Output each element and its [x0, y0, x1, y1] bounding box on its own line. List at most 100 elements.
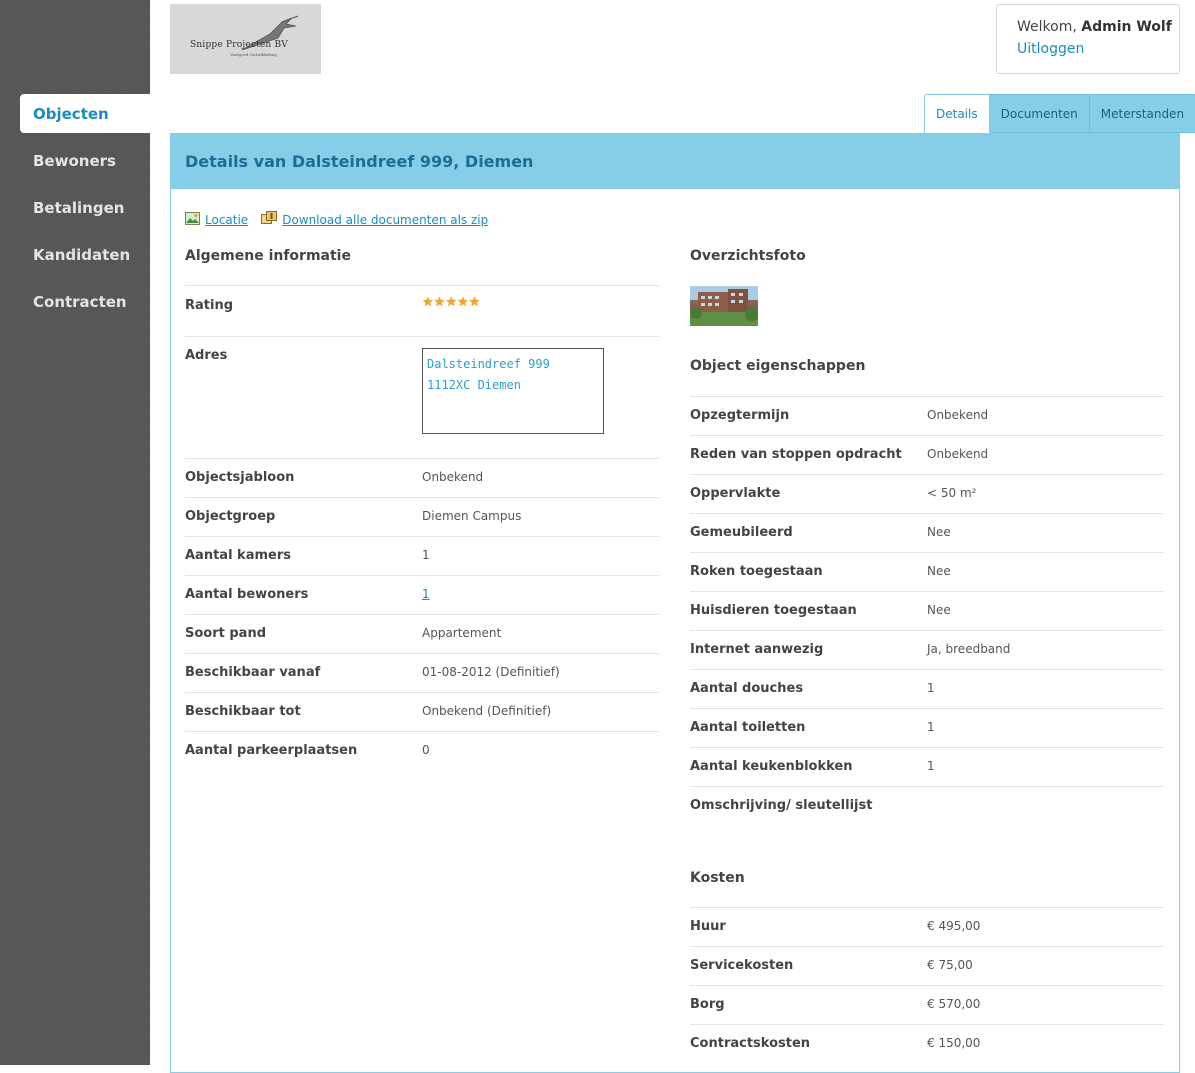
row-value: 1 [927, 759, 935, 773]
logout-link[interactable]: Uitloggen [1017, 41, 1084, 57]
sidebar-item-kandidaten[interactable]: Kandidaten [20, 235, 150, 274]
tab-meterstanden[interactable]: Meterstanden [1089, 94, 1195, 133]
table-row: Aantal parkeerplaatsen 0 [185, 731, 659, 770]
location-label[interactable]: Locatie [205, 213, 248, 227]
table-row: Adres Dalsteindreef 999 1112XC Diemen [185, 336, 659, 458]
row-value: Onbekend [927, 447, 989, 461]
logo-text: Snippe Projecten BV [190, 40, 288, 50]
row-label: Objectgroep [185, 509, 276, 524]
action-links: Locatie Download alle documenten als zip [185, 211, 501, 228]
table-row: Objectsjabloon Onbekend [185, 458, 659, 497]
map-icon [185, 211, 200, 228]
row-label: Aantal parkeerplaatsen [185, 743, 358, 758]
row-label: Rating [185, 298, 234, 313]
general-info-table: Rating ★ ★ ★ ★ ★ Adres Dalsteindreef 999 111… [185, 285, 659, 770]
row-value: Nee [927, 564, 951, 578]
star-icon: ★ [445, 295, 457, 310]
tab-details[interactable]: Details [924, 94, 990, 133]
row-label: Gemeubileerd [690, 525, 793, 540]
row-label: Omschrijving/ sleutellijst [690, 798, 873, 813]
row-value-link[interactable]: 1 [422, 587, 430, 601]
location-link[interactable]: Locatie [185, 211, 248, 228]
table-row: Servicekosten € 75,00 [690, 946, 1164, 985]
sidebar-item-contracten[interactable]: Contracten [20, 282, 150, 321]
row-label: Huur [690, 919, 726, 934]
star-icon: ★ [422, 295, 434, 310]
row-label: Adres [185, 348, 228, 363]
star-icon: ★ [468, 295, 481, 310]
table-row: Beschikbaar tot Onbekend (Definitief) [185, 692, 659, 731]
sidebar-item-betalingen[interactable]: Betalingen [20, 188, 150, 227]
row-label: Internet aanwezig [690, 642, 824, 657]
sidebar-item-objecten[interactable]: Objecten [20, 94, 150, 133]
row-label: Aantal douches [690, 681, 804, 696]
tab-documenten[interactable]: Documenten [989, 94, 1090, 133]
table-row: Aantal keukenblokken 1 [690, 747, 1164, 786]
row-value: 1 [927, 720, 935, 734]
row-label: Aantal keukenblokken [690, 759, 853, 774]
table-row: Contractskosten € 150,00 [690, 1024, 1164, 1063]
table-row: Aantal toiletten 1 [690, 708, 1164, 747]
table-row: Opzegtermijn Onbekend [690, 396, 1164, 435]
download-zip-link[interactable]: Download alle documenten als zip [261, 211, 488, 228]
table-row: Omschrijving/ sleutellijst [690, 786, 1164, 825]
table-row: Reden van stoppen opdracht Onbekend [690, 435, 1164, 474]
table-row: Aantal kamers 1 [185, 536, 659, 575]
row-label: Oppervlakte [690, 486, 781, 501]
sidebar-item-bewoners[interactable]: Bewoners [20, 141, 150, 180]
row-label: Servicekosten [690, 958, 794, 973]
row-value[interactable]: 1 [422, 587, 430, 614]
table-row: Huur € 495,00 [690, 907, 1164, 946]
row-label: Roken toegestaan [690, 564, 823, 579]
table-row: Beschikbaar vanaf 01-08-2012 (Definitief) [185, 653, 659, 692]
row-value: Onbekend [422, 470, 484, 484]
row-value: 0 [422, 743, 430, 757]
row-value: Ja, breedband [927, 642, 1011, 656]
row-value: € 570,00 [927, 997, 981, 1011]
row-value: Appartement [422, 626, 502, 640]
table-row: Rating ★ ★ ★ ★ ★ [185, 285, 659, 336]
row-value: 01-08-2012 (Definitief) [422, 665, 560, 679]
company-logo[interactable]: Snippe Projecten BV Vastgoed Ontwikkelin… [170, 4, 321, 74]
row-label: Aantal bewoners [185, 587, 309, 602]
logo-subtext: Vastgoed Ontwikkeling [230, 52, 277, 57]
properties-table: Opzegtermijn Onbekend Reden van stoppen op… [690, 396, 1164, 825]
row-label: Reden van stoppen opdracht [690, 447, 902, 462]
table-row: Gemeubileerd Nee [690, 513, 1164, 552]
zip-archive-icon [261, 211, 278, 228]
row-value: 1 [422, 548, 430, 562]
table-row: Aantal bewoners 1 [185, 575, 659, 614]
star-icon: ★ [456, 295, 469, 310]
photo-section-title: Overzichtsfoto [690, 248, 806, 264]
row-value: < 50 m² [927, 486, 977, 500]
row-value: € 75,00 [927, 958, 973, 972]
user-name: Admin Wolf [1081, 19, 1172, 35]
row-label: Huisdieren toegestaan [690, 603, 857, 618]
download-label[interactable]: Download alle documenten als zip [282, 213, 488, 227]
costs-table: Huur € 495,00 Servicekosten € 75,00 Borg € 57… [690, 907, 1164, 1063]
rating-stars: ★ ★ ★ ★ ★ [422, 295, 481, 336]
tab-bar: Details Documenten Meterstanden [924, 94, 1195, 133]
star-icon: ★ [433, 295, 446, 310]
row-label: Borg [690, 997, 725, 1012]
row-label: Beschikbaar tot [185, 704, 301, 719]
row-value: € 150,00 [927, 1036, 981, 1050]
row-label: Opzegtermijn [690, 408, 790, 423]
row-label: Objectsjabloon [185, 470, 295, 485]
address-box: Dalsteindreef 999 1112XC Diemen [422, 348, 604, 434]
overview-photo[interactable] [690, 286, 758, 326]
row-label: Beschikbaar vanaf [185, 665, 321, 680]
row-value: 1 [927, 681, 935, 695]
table-row: Internet aanwezig Ja, breedband [690, 630, 1164, 669]
row-label: Contractskosten [690, 1036, 811, 1051]
row-value: € 495,00 [927, 919, 981, 933]
table-row: Roken toegestaan Nee [690, 552, 1164, 591]
row-value: Onbekend (Definitief) [422, 704, 552, 718]
row-label: Soort pand [185, 626, 267, 641]
table-row: Huisdieren toegestaan Nee [690, 591, 1164, 630]
table-row: Aantal douches 1 [690, 669, 1164, 708]
table-row: Oppervlakte < 50 m² [690, 474, 1164, 513]
row-value: Onbekend [927, 408, 989, 422]
row-label: Aantal toiletten [690, 720, 806, 735]
sidebar: Objecten Bewoners Betalingen Kandidaten … [0, 0, 150, 1065]
